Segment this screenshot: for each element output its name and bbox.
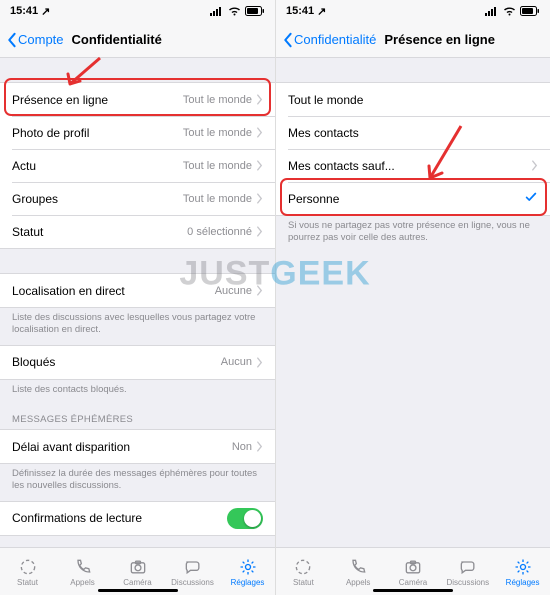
nav-bar: Compte Confidentialité [0,22,275,58]
row-label: Bloqués [12,355,221,369]
nav-back-button[interactable]: Confidentialité [282,32,376,48]
tab-settings[interactable]: Réglages [495,548,550,595]
row-label: Photo de profil [12,126,183,140]
phone-right: 15:41 ↗ Confidentialité Présence en lign… [275,0,550,595]
wifi-icon [228,6,241,16]
row-groups[interactable]: Groupes Tout le monde [0,182,275,215]
signal-icon [210,6,224,16]
tab-label: Discussions [446,578,489,587]
footer-blocked: Liste des contacts bloqués. [0,380,275,404]
row-value: Aucun [221,356,252,368]
battery-icon [245,6,265,16]
tab-chats[interactable]: Discussions [165,548,220,595]
row-label: Délai avant disparition [12,440,232,454]
row-value: Tout le monde [183,160,252,172]
nav-title: Présence en ligne [384,32,495,47]
chevron-right-icon [256,285,263,296]
row-actu[interactable]: Actu Tout le monde [0,149,275,182]
status-bar: 15:41 ↗ [276,0,550,22]
row-value: Tout le monde [183,193,252,205]
tab-label: Statut [293,578,314,587]
row-value: Tout le monde [183,127,252,139]
tab-calls[interactable]: Appels [331,548,386,595]
option-label: Mes contacts sauf... [288,159,531,173]
nav-back-label: Compte [18,32,64,47]
option-everyone[interactable]: Tout le monde [276,83,550,116]
row-value: 0 sélectionné [187,226,252,238]
row-photo[interactable]: Photo de profil Tout le monde [0,116,275,149]
location-icon: ↗ [41,5,50,18]
row-value: Aucune [215,285,252,297]
footer-timer: Définissez la durée des messages éphémèr… [0,464,275,501]
tab-settings[interactable]: Réglages [220,548,275,595]
chevron-right-icon [256,441,263,452]
tab-bar: Statut Appels Caméra Discussions Réglage… [276,547,550,595]
tab-label: Appels [346,578,370,587]
row-read-receipts[interactable]: Confirmations de lecture [0,502,275,535]
option-label: Mes contacts [288,126,538,140]
read-receipts-toggle[interactable] [227,508,263,529]
tab-camera[interactable]: Caméra [386,548,441,595]
chevron-right-icon [256,94,263,105]
status-time: 15:41 [10,5,38,17]
phone-left: 15:41 ↗ Compte Confidentialité Présence … [0,0,275,595]
row-label: Statut [12,225,187,239]
tab-label: Réglages [231,578,265,587]
tab-label: Statut [17,578,38,587]
tab-chats[interactable]: Discussions [440,548,495,595]
row-disappearing-timer[interactable]: Délai avant disparition Non [0,430,275,463]
row-value: Non [232,441,252,453]
battery-icon [520,6,540,16]
tab-label: Réglages [506,578,540,587]
location-icon: ↗ [317,5,326,18]
tab-status[interactable]: Statut [0,548,55,595]
signal-icon [485,6,499,16]
footer-live-location: Liste des discussions avec lesquelles vo… [0,308,275,345]
row-presence[interactable]: Présence en ligne Tout le monde [0,83,275,116]
chevron-right-icon [531,160,538,171]
row-label: Localisation en direct [12,284,215,298]
nav-back-button[interactable]: Compte [6,32,64,48]
option-contacts-except[interactable]: Mes contacts sauf... [276,149,550,182]
settings-list[interactable]: Présence en ligne Tout le monde Photo de… [0,58,275,547]
option-label: Personne [288,192,524,206]
chevron-right-icon [256,193,263,204]
tab-status[interactable]: Statut [276,548,331,595]
row-blocked[interactable]: Bloqués Aucun [0,346,275,379]
home-indicator[interactable] [98,589,178,592]
row-live-location[interactable]: Localisation en direct Aucune [0,274,275,307]
nav-title: Confidentialité [72,32,162,47]
option-nobody[interactable]: Personne [276,182,550,215]
row-value: Tout le monde [183,94,252,106]
nav-bar: Confidentialité Présence en ligne [276,22,550,58]
checkmark-icon [524,190,538,207]
tab-label: Appels [70,578,94,587]
row-label: Présence en ligne [12,93,183,107]
chevron-right-icon [256,226,263,237]
option-label: Tout le monde [288,93,538,107]
nav-back-label: Confidentialité [294,32,376,47]
tab-bar: Statut Appels Caméra Discussions Réglage… [0,547,275,595]
chevron-right-icon [256,160,263,171]
tab-camera[interactable]: Caméra [110,548,165,595]
tab-label: Caméra [399,578,427,587]
home-indicator[interactable] [373,589,453,592]
row-label: Groupes [12,192,183,206]
row-label: Actu [12,159,183,173]
chevron-right-icon [256,357,263,368]
option-my-contacts[interactable]: Mes contacts [276,116,550,149]
options-list[interactable]: Tout le monde Mes contacts Mes contacts … [276,58,550,547]
wifi-icon [503,6,516,16]
chevron-right-icon [256,127,263,138]
row-label: Confirmations de lecture [12,511,227,525]
tab-calls[interactable]: Appels [55,548,110,595]
tab-label: Discussions [171,578,214,587]
footer-presence: Si vous ne partagez pas votre présence e… [276,216,550,253]
section-header-ephemeral: Messages éphémères [0,404,275,429]
status-bar: 15:41 ↗ [0,0,275,22]
status-time: 15:41 [286,5,314,17]
tab-label: Caméra [123,578,151,587]
row-status[interactable]: Statut 0 sélectionné [0,215,275,248]
